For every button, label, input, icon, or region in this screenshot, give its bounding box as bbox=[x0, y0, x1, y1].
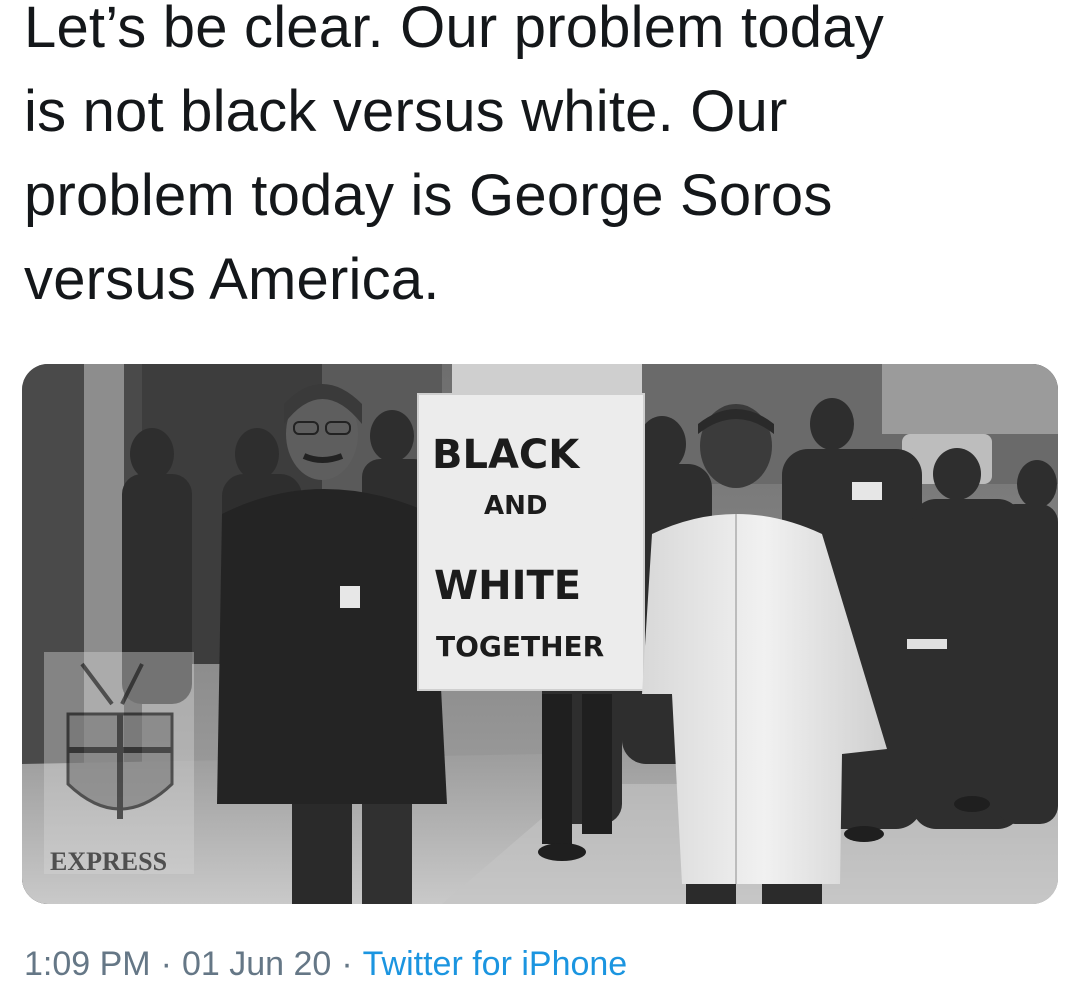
tweet-text: Let’s be clear. Our problem today is not… bbox=[24, 0, 1034, 322]
watermark-label: EXPRESS bbox=[50, 847, 167, 876]
tweet-date[interactable]: 01 Jun 20 bbox=[182, 945, 331, 983]
tweet-text-line: Let’s be clear. Our problem today bbox=[24, 0, 884, 60]
tweet-meta: 1:09 PM · 01 Jun 20 · Twitter for iPhone bbox=[24, 944, 1054, 984]
protest-photo-illustration: BLACK AND WHITE TOGETHER EXPRESS bbox=[22, 364, 1058, 904]
meta-separator: · bbox=[341, 945, 353, 983]
tweet-time[interactable]: 1:09 PM bbox=[24, 945, 151, 983]
express-watermark: EXPRESS bbox=[44, 652, 194, 876]
sign-line-3: WHITE bbox=[434, 563, 581, 609]
tweet-photo[interactable]: BLACK AND WHITE TOGETHER EXPRESS bbox=[22, 364, 1058, 904]
sign-line-4: TOGETHER bbox=[436, 630, 604, 663]
meta-separator: · bbox=[160, 945, 172, 983]
protest-sign: BLACK AND WHITE TOGETHER bbox=[417, 393, 645, 691]
tweet-text-line: problem today is George Soros bbox=[24, 163, 833, 228]
tweet-text-line: versus America. bbox=[24, 247, 440, 312]
tweet-card: Let’s be clear. Our problem today is not… bbox=[0, 0, 1072, 988]
tweet-text-line: is not black versus white. Our bbox=[24, 79, 788, 144]
tweet-source-link[interactable]: Twitter for iPhone bbox=[363, 945, 628, 983]
sign-line-2: AND bbox=[484, 491, 547, 521]
sign-line-1: BLACK bbox=[432, 432, 581, 478]
